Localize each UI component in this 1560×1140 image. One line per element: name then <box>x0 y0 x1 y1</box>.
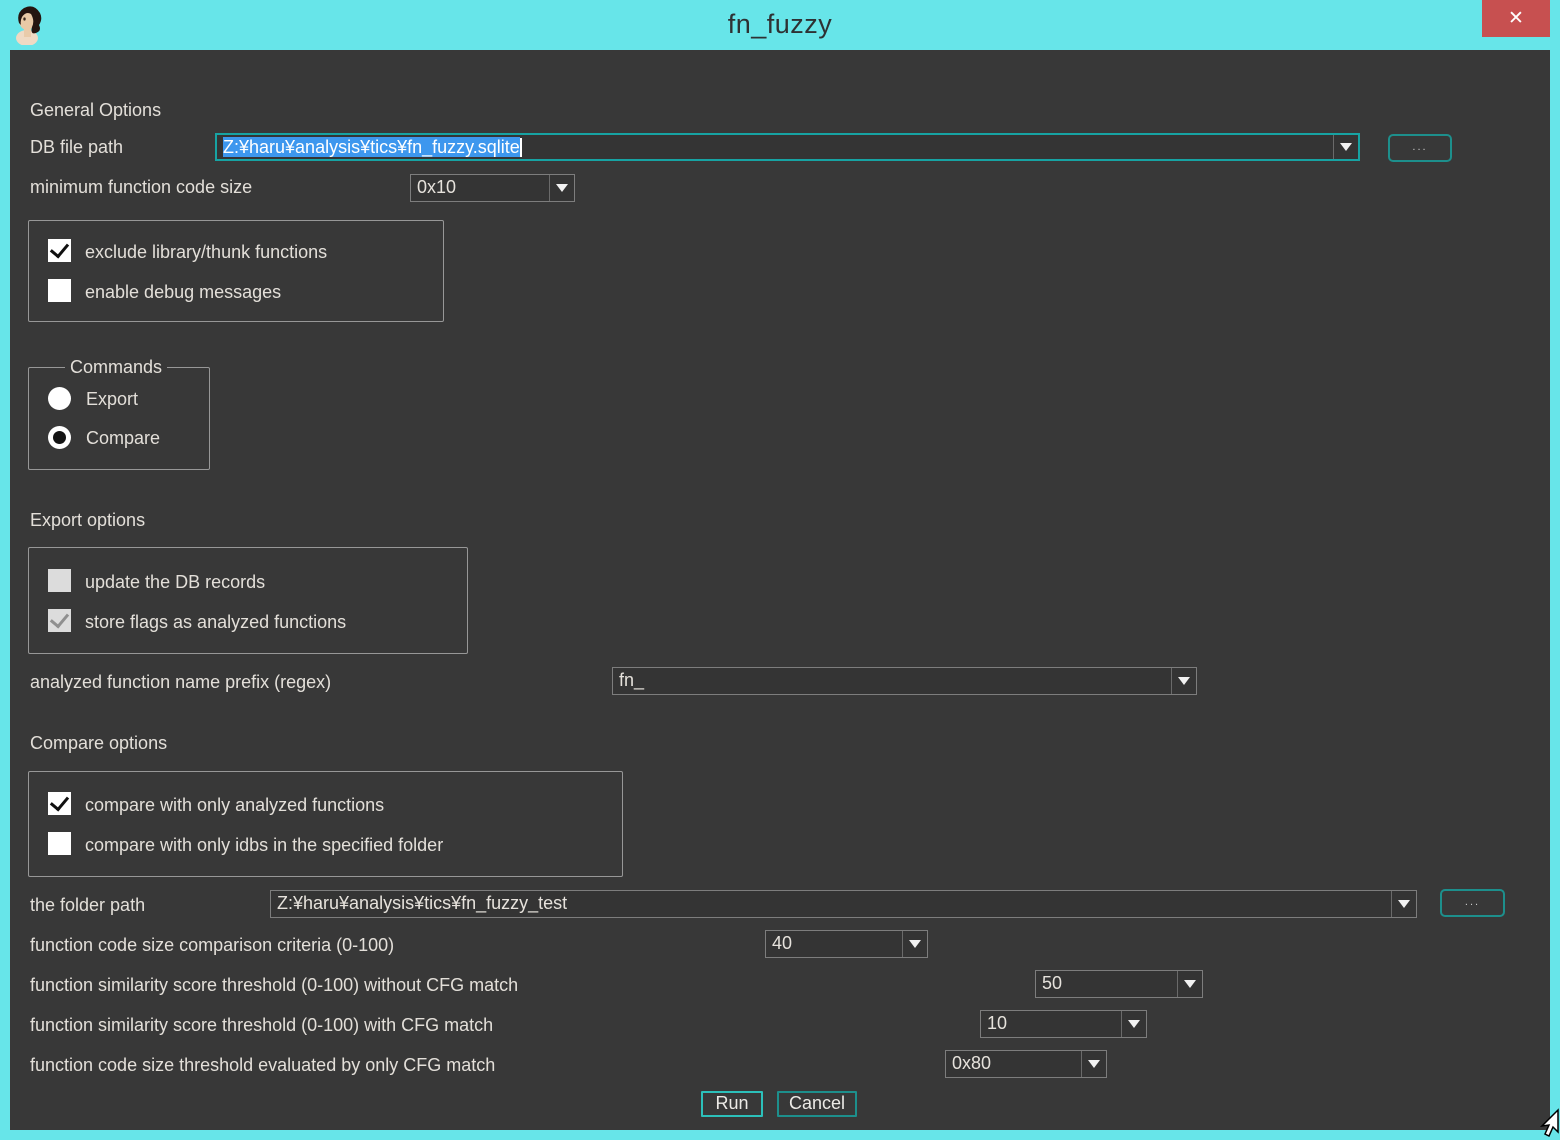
mouse-cursor <box>1536 1108 1560 1140</box>
db-file-path-dropdown-arrow[interactable] <box>1333 135 1358 159</box>
prefix-value[interactable]: fn_ <box>613 668 1171 694</box>
db-file-path-browse-button[interactable]: ... <box>1388 134 1452 162</box>
chevron-down-icon <box>1178 677 1190 685</box>
size-threshold-cfg-value[interactable]: 0x80 <box>946 1051 1081 1077</box>
cancel-button[interactable]: Cancel <box>777 1091 857 1117</box>
prefix-label: analyzed function name prefix (regex) <box>30 671 331 694</box>
min-func-size-dropdown-arrow[interactable] <box>549 175 574 201</box>
exclude-library-label[interactable]: exclude library/thunk functions <box>85 241 327 264</box>
size-threshold-cfg-dropdown-arrow[interactable] <box>1081 1051 1106 1077</box>
compare-options-title: Compare options <box>30 732 167 755</box>
chevron-down-icon <box>1340 143 1352 151</box>
db-file-path-combobox[interactable]: Z:¥haru¥analysis¥tics¥fn_fuzzy.sqlite <box>215 133 1360 161</box>
text-caret <box>520 138 522 157</box>
threshold-without-cfg-dropdown-arrow[interactable] <box>1177 971 1202 997</box>
threshold-without-cfg-label: function similarity score threshold (0-1… <box>30 974 518 997</box>
threshold-without-cfg-combobox[interactable]: 50 <box>1035 970 1203 998</box>
threshold-with-cfg-label: function similarity score threshold (0-1… <box>30 1014 493 1037</box>
commands-group: Commands <box>28 367 210 470</box>
fn-fuzzy-dialog: { "window": { "title": "fn_fuzzy", "clos… <box>0 0 1560 1140</box>
chevron-down-icon <box>1398 900 1410 908</box>
compare-radio[interactable] <box>48 426 71 449</box>
general-checkbox-group <box>28 220 444 322</box>
folder-path-value[interactable]: Z:¥haru¥analysis¥tics¥fn_fuzzy_test <box>271 891 1391 917</box>
store-flags-checkbox <box>48 609 71 632</box>
commands-legend: Commands <box>65 356 167 378</box>
size-threshold-cfg-combobox[interactable]: 0x80 <box>945 1050 1107 1078</box>
threshold-with-cfg-combobox[interactable]: 10 <box>980 1010 1147 1038</box>
size-threshold-cfg-label: function code size threshold evaluated b… <box>30 1054 495 1077</box>
chevron-down-icon <box>909 940 921 948</box>
chevron-down-icon <box>1184 980 1196 988</box>
criteria-dropdown-arrow[interactable] <box>902 931 927 957</box>
export-radio[interactable] <box>48 387 71 410</box>
chevron-down-icon <box>1088 1060 1100 1068</box>
folder-path-label: the folder path <box>30 894 145 917</box>
exclude-library-checkbox[interactable] <box>48 239 71 262</box>
compare-checkbox-group <box>28 771 623 877</box>
export-radio-label[interactable]: Export <box>86 388 138 411</box>
threshold-with-cfg-value[interactable]: 10 <box>981 1011 1121 1037</box>
update-db-records-checkbox <box>48 569 71 592</box>
chevron-down-icon <box>1128 1020 1140 1028</box>
compare-radio-label[interactable]: Compare <box>86 427 160 450</box>
threshold-without-cfg-value[interactable]: 50 <box>1036 971 1177 997</box>
export-checkbox-group <box>28 547 468 654</box>
criteria-value[interactable]: 40 <box>766 931 902 957</box>
folder-path-dropdown-arrow[interactable] <box>1391 891 1416 917</box>
enable-debug-checkbox[interactable] <box>48 279 71 302</box>
run-button[interactable]: Run <box>701 1091 763 1117</box>
criteria-combobox[interactable]: 40 <box>765 930 928 958</box>
criteria-label: function code size comparison criteria (… <box>30 934 394 957</box>
compare-analyzed-label[interactable]: compare with only analyzed functions <box>85 794 384 817</box>
threshold-with-cfg-dropdown-arrow[interactable] <box>1121 1011 1146 1037</box>
titlebar[interactable]: fn_fuzzy ✕ <box>0 0 1560 50</box>
window-title: fn_fuzzy <box>0 9 1560 40</box>
min-func-size-label: minimum function code size <box>30 176 252 199</box>
prefix-dropdown-arrow[interactable] <box>1171 668 1196 694</box>
compare-idbs-label[interactable]: compare with only idbs in the specified … <box>85 834 443 857</box>
export-options-title: Export options <box>30 509 145 532</box>
min-func-size-value[interactable]: 0x10 <box>411 175 549 201</box>
compare-idbs-checkbox[interactable] <box>48 832 71 855</box>
prefix-combobox[interactable]: fn_ <box>612 667 1197 695</box>
store-flags-label: store flags as analyzed functions <box>85 611 346 634</box>
db-file-path-label: DB file path <box>30 136 123 159</box>
enable-debug-label[interactable]: enable debug messages <box>85 281 281 304</box>
db-file-path-value[interactable]: Z:¥haru¥analysis¥tics¥fn_fuzzy.sqlite <box>217 135 1333 159</box>
general-options-title: General Options <box>30 99 161 122</box>
folder-path-browse-button[interactable]: ... <box>1440 889 1505 917</box>
folder-path-combobox[interactable]: Z:¥haru¥analysis¥tics¥fn_fuzzy_test <box>270 890 1417 918</box>
close-button[interactable]: ✕ <box>1482 0 1550 37</box>
compare-analyzed-checkbox[interactable] <box>48 792 71 815</box>
chevron-down-icon <box>556 184 568 192</box>
update-db-records-label: update the DB records <box>85 571 265 594</box>
min-func-size-combobox[interactable]: 0x10 <box>410 174 575 202</box>
